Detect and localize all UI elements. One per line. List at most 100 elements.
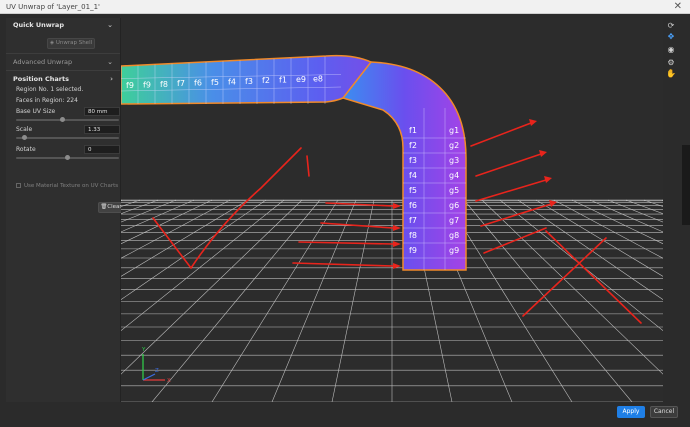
tile-label: g7 [449, 216, 459, 225]
annotation-strokes [152, 122, 642, 324]
section-title: Advanced Unwrap [13, 58, 73, 66]
grid-line [121, 199, 285, 332]
section-title: Quick Unwrap [13, 21, 64, 29]
window-titlebar: UV Unwrap of 'Layer_01_1' ✕ [0, 0, 690, 14]
tile-label: f6 [194, 79, 202, 88]
rotate-field[interactable]: 0 [84, 145, 120, 154]
tile-label: g3 [449, 156, 459, 165]
grid-line [211, 199, 339, 402]
tile-label: f4 [409, 171, 417, 180]
floor-grid [121, 199, 663, 402]
grid-line [463, 199, 633, 402]
grid-line [121, 199, 213, 245]
scale-label: Scale [16, 126, 33, 133]
viewport-toolbar: ⟳ ✥ ◉ ⚙ ✋ [663, 18, 679, 402]
divider [6, 70, 120, 71]
tile-label: f3 [409, 156, 417, 165]
slider-handle[interactable] [21, 135, 27, 140]
grid-line [121, 199, 231, 259]
3d-viewport[interactable]: f9 f9 f8 f7 f6 f5 f4 f3 f2 f1 e9 e8 f1 g1 f2 g2 f3 g3 f4 g4… [121, 18, 663, 402]
tile-label: f3 [245, 77, 253, 86]
base-uv-size-label: Base UV Size [16, 108, 56, 115]
tile-label: f7 [409, 216, 417, 225]
grid-line [589, 199, 663, 233]
tile-label: f5 [211, 78, 219, 87]
unwrap-shell-button[interactable]: ◈ Unwrap Shell [47, 38, 95, 49]
rotate-label: Rotate [16, 146, 36, 153]
base-uv-size-slider[interactable] [16, 117, 119, 122]
tile-label: g8 [449, 231, 459, 240]
refresh-icon[interactable]: ⟳ [665, 21, 677, 31]
rotate-slider[interactable] [16, 155, 119, 160]
chevron-right-icon[interactable]: › [110, 72, 113, 86]
pan-hand-icon[interactable]: ✋ [665, 69, 677, 79]
tile-label: g1 [449, 126, 459, 135]
section-position-charts[interactable]: Position Charts › [6, 72, 120, 86]
uv-mesh-tube[interactable]: f9 f9 f8 f7 f6 f5 f4 f3 f2 f1 e9 e8 f1 g1 f2 g2 f3 g3 f4 g4… [121, 54, 467, 271]
dialog-footer: Apply Cancel [0, 402, 690, 427]
grid-line [121, 199, 249, 277]
use-material-texture-option[interactable]: Use Material Texture on UV Charts [16, 183, 118, 189]
tile-label: f1 [279, 76, 287, 85]
section-quick-unwrap[interactable]: Quick Unwrap ⌄ [6, 18, 120, 32]
grid-line [121, 199, 159, 215]
left-panel: Quick Unwrap ⌄ ◈ Unwrap Shell Advanced U… [6, 18, 124, 402]
window-title: UV Unwrap of 'Layer_01_1' [6, 3, 100, 11]
tile-label: e9 [296, 75, 306, 84]
tile-label: f7 [177, 79, 185, 88]
chevron-down-icon[interactable]: ⌄ [107, 18, 113, 32]
grid-line [151, 199, 321, 402]
grid-line [625, 199, 663, 215]
section-title: Position Charts [13, 75, 69, 83]
viewport-scene[interactable]: f9 f9 f8 f7 f6 f5 f4 f3 f2 f1 e9 e8 f1 g1 f2 g2 f3 g3 f4 g4… [121, 18, 663, 402]
use-material-texture-label: Use Material Texture on UV Charts [24, 183, 119, 189]
divider [6, 53, 120, 54]
grid-line [499, 199, 663, 332]
axis-y-label: Y [141, 347, 146, 353]
apply-button[interactable]: Apply [617, 406, 645, 418]
axis-gizmo: Y X Z [141, 347, 171, 384]
axis-z-label: Z [155, 368, 159, 374]
tile-label: f2 [262, 76, 270, 85]
faces-count: Faces in Region: 224 [16, 97, 78, 104]
tile-label: g5 [449, 186, 459, 195]
grid-line [535, 199, 663, 277]
grid-line [121, 199, 123, 201]
slider-handle[interactable] [65, 155, 70, 160]
scale-slider[interactable] [16, 135, 119, 140]
tile-label: g9 [449, 246, 459, 255]
uv-charts-icon[interactable]: ✥ [665, 32, 677, 42]
tile-label: f5 [409, 186, 417, 195]
scale-field[interactable]: 1.33 [84, 125, 120, 134]
chevron-down-icon[interactable]: ⌄ [107, 55, 113, 69]
grid-line [331, 199, 375, 402]
axis-x-label: X [167, 378, 171, 384]
tile-label: f9 [126, 81, 134, 90]
tile-label: f4 [228, 77, 236, 86]
grid-line [271, 199, 357, 402]
region-status: Region No. 1 selected. [16, 86, 84, 93]
settings-icon[interactable]: ⚙ [665, 58, 677, 68]
tile-label: f1 [409, 126, 417, 135]
tile-label: f2 [409, 141, 417, 150]
eye-icon[interactable]: ◉ [665, 45, 677, 55]
tile-label: f9 [143, 80, 151, 89]
tile-label: g2 [449, 141, 459, 150]
background-window-edge [682, 145, 690, 225]
base-uv-size-field[interactable]: 80 mm [84, 107, 120, 116]
tile-label: g6 [449, 201, 459, 210]
grid-line [553, 199, 663, 259]
tube-bend-segment [341, 61, 467, 271]
tile-label: f8 [160, 80, 168, 89]
tile-label: f8 [409, 231, 417, 240]
tile-label: e8 [313, 74, 323, 83]
clear-label: Clear [107, 204, 122, 210]
unwrap-shell-label: Unwrap Shell [55, 40, 93, 46]
use-material-texture-checkbox[interactable] [16, 183, 21, 188]
slider-handle[interactable] [59, 117, 65, 122]
section-advanced-unwrap[interactable]: Advanced Unwrap ⌄ [6, 55, 120, 69]
cancel-button[interactable]: Cancel [650, 406, 678, 418]
close-icon[interactable]: ✕ [674, 1, 682, 12]
tile-label: g4 [449, 171, 459, 180]
tile-label: f9 [409, 246, 417, 255]
